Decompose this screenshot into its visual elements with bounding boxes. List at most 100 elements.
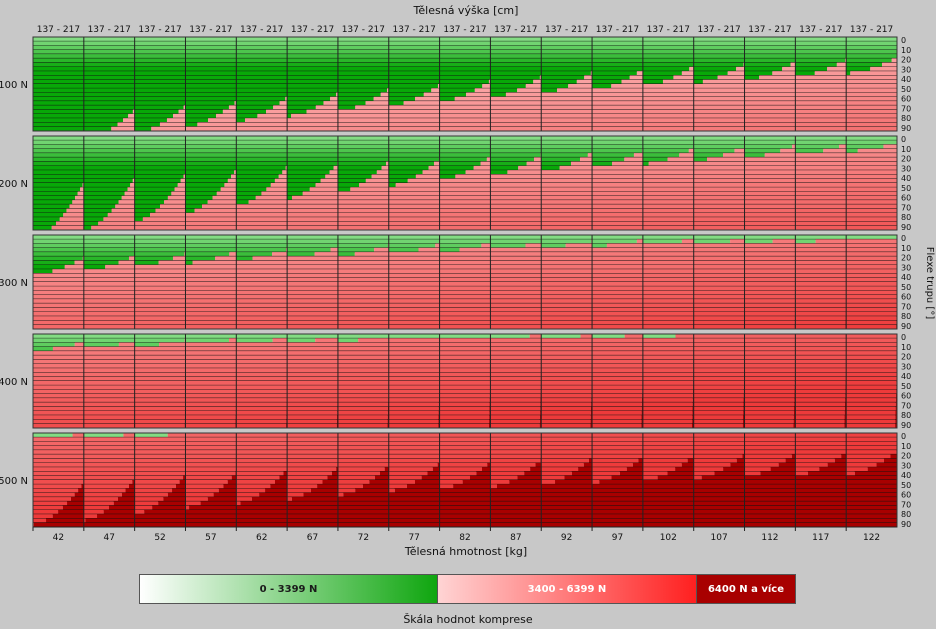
red-segment bbox=[693, 161, 745, 166]
green-segment bbox=[744, 49, 796, 55]
red-segment bbox=[882, 62, 897, 67]
dark-red-segment bbox=[121, 492, 135, 498]
red-segment bbox=[107, 212, 135, 218]
dark-red-segment bbox=[103, 509, 135, 515]
red-segment bbox=[83, 437, 135, 442]
green-segment bbox=[134, 105, 184, 110]
red-segment bbox=[337, 437, 389, 442]
green-segment bbox=[134, 126, 152, 131]
red-segment bbox=[236, 294, 288, 300]
red-segment bbox=[236, 346, 288, 352]
red-segment bbox=[795, 191, 847, 196]
red-segment bbox=[337, 385, 389, 390]
red-segment bbox=[134, 225, 186, 230]
red-segment bbox=[592, 359, 643, 364]
green-segment bbox=[185, 174, 232, 179]
green-segment bbox=[490, 75, 540, 80]
red-segment bbox=[846, 225, 897, 230]
red-segment bbox=[592, 471, 620, 476]
red-segment bbox=[541, 393, 592, 399]
red-segment bbox=[592, 225, 643, 230]
green-segment bbox=[185, 208, 195, 213]
red-segment bbox=[541, 398, 592, 403]
green-segment bbox=[846, 54, 897, 59]
dark-red-segment bbox=[388, 518, 440, 523]
red-segment bbox=[185, 273, 237, 278]
dark-red-segment bbox=[555, 480, 593, 485]
green-segment bbox=[33, 247, 84, 253]
red-segment bbox=[439, 269, 491, 274]
green-segment bbox=[642, 58, 694, 63]
dark-red-segment bbox=[578, 467, 593, 472]
green-segment bbox=[33, 75, 84, 80]
green-segment bbox=[337, 252, 355, 257]
red-segment bbox=[744, 342, 796, 347]
red-segment bbox=[689, 66, 694, 72]
red-segment bbox=[236, 492, 260, 498]
weight-tick-label: 52 bbox=[154, 533, 165, 543]
red-segment bbox=[33, 376, 84, 381]
red-segment bbox=[337, 363, 389, 369]
red-segment bbox=[150, 212, 186, 218]
red-segment bbox=[490, 260, 542, 265]
dark-red-segment bbox=[744, 480, 796, 485]
red-segment bbox=[236, 217, 288, 222]
red-segment bbox=[337, 191, 389, 196]
red-segment bbox=[128, 256, 135, 261]
red-segment bbox=[846, 419, 896, 424]
green-segment bbox=[388, 235, 440, 240]
weight-tick-label: 122 bbox=[863, 533, 880, 543]
red-segment bbox=[795, 316, 846, 321]
red-segment bbox=[134, 415, 185, 420]
red-segment bbox=[490, 174, 542, 179]
load-labels: 100 N200 N300 N400 N500 N bbox=[0, 80, 28, 487]
green-segment bbox=[693, 144, 745, 149]
red-segment bbox=[642, 174, 694, 179]
dark-red-segment bbox=[283, 471, 288, 476]
green-segment bbox=[236, 96, 286, 102]
green-segment bbox=[83, 174, 135, 179]
red-segment bbox=[846, 423, 896, 428]
green-segment bbox=[185, 200, 208, 205]
green-segment bbox=[33, 105, 84, 110]
red-segment bbox=[83, 445, 135, 451]
red-segment bbox=[693, 105, 745, 110]
red-segment bbox=[329, 170, 338, 175]
red-segment bbox=[744, 88, 796, 93]
red-segment bbox=[185, 217, 237, 222]
red-segment bbox=[744, 178, 796, 183]
red-segment bbox=[642, 84, 694, 89]
red-segment bbox=[693, 96, 745, 102]
weight-tick-label: 97 bbox=[612, 533, 623, 543]
red-segment bbox=[291, 195, 338, 201]
red-segment bbox=[337, 342, 389, 347]
red-segment bbox=[337, 109, 389, 114]
red-segment bbox=[846, 299, 897, 304]
green-segment bbox=[236, 338, 273, 343]
red-segment bbox=[83, 381, 135, 386]
red-segment bbox=[388, 346, 440, 352]
green-segment bbox=[185, 37, 237, 42]
red-segment bbox=[111, 208, 135, 213]
red-segment bbox=[287, 299, 338, 304]
red-segment bbox=[236, 264, 288, 270]
flexion-tick-label: 40 bbox=[901, 174, 911, 183]
dark-red-segment bbox=[213, 492, 237, 498]
red-segment bbox=[795, 303, 847, 308]
green-segment bbox=[541, 75, 585, 80]
green-segment bbox=[287, 58, 338, 63]
dark-red-segment bbox=[388, 522, 440, 527]
red-segment bbox=[33, 381, 84, 386]
red-segment bbox=[287, 433, 338, 438]
dark-red-segment bbox=[592, 522, 643, 527]
dark-red-segment bbox=[744, 475, 796, 480]
red-segment bbox=[439, 282, 491, 287]
green-segment bbox=[592, 54, 643, 59]
red-segment bbox=[365, 101, 389, 106]
red-segment bbox=[846, 277, 897, 282]
load-label: 200 N bbox=[0, 179, 28, 190]
red-segment bbox=[439, 105, 491, 110]
green-segment bbox=[83, 338, 135, 343]
red-segment bbox=[642, 256, 694, 261]
green-segment bbox=[185, 260, 193, 265]
